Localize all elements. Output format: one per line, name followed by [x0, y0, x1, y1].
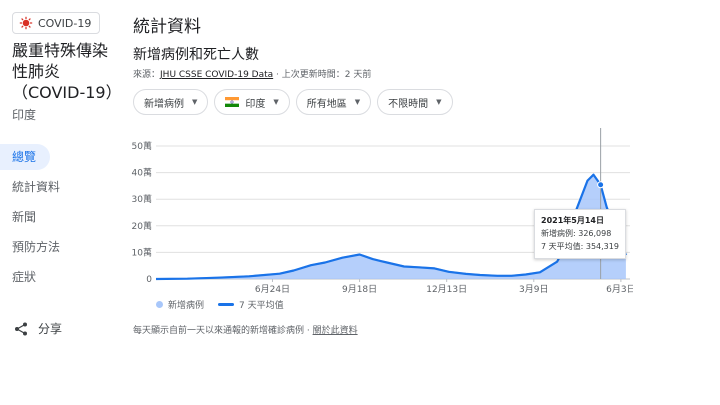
area-dropdown[interactable]: 所有地區 ▼: [295, 89, 372, 115]
share-label: 分享: [38, 322, 63, 336]
legend-cases-label: 新增病例: [168, 301, 205, 311]
caret-down-icon: ▼: [273, 98, 279, 106]
nav-item-symptoms[interactable]: 症狀: [0, 264, 120, 290]
virus-icon: [19, 16, 33, 30]
footnote: 每天顯示自前一天以來通報的新增確診病例 · 關於此資料: [133, 323, 358, 336]
share-icon: [15, 322, 27, 335]
area-dropdown-label: 所有地區: [306, 98, 347, 110]
about-data-link[interactable]: 關於此資料: [313, 326, 358, 336]
y-tick-label: 50萬: [132, 140, 152, 152]
share-button[interactable]: 分享: [14, 320, 62, 337]
source-link[interactable]: JHU CSSE COVID-19 Data: [160, 70, 273, 80]
chart-legend: 新增病例 7 天平均值: [156, 298, 284, 311]
x-tick-label: 12月13日: [426, 284, 467, 295]
topic-title-line: （COVID-19）: [12, 83, 122, 102]
hover-point: [597, 181, 605, 189]
nav-item-prevention[interactable]: 預防方法: [0, 234, 120, 260]
topic-title-line: 性肺炎: [12, 62, 61, 81]
india-flag-icon: [225, 97, 240, 107]
x-tick-label: 6月24日: [255, 284, 290, 295]
country-dropdown[interactable]: 印度 ▼: [214, 89, 290, 115]
legend-average-label: 7 天平均值: [239, 301, 284, 311]
tooltip-date: 2021年5月14日: [541, 216, 604, 225]
caret-down-icon: ▼: [354, 98, 361, 106]
side-nav: 總覽 統計資料 新聞 預防方法 症狀: [0, 144, 120, 294]
y-tick-label: 20萬: [132, 220, 152, 232]
covid-chip[interactable]: COVID-19: [12, 12, 101, 34]
caret-down-icon: ▼: [192, 98, 198, 106]
time-dropdown[interactable]: 不限時間 ▼: [377, 89, 453, 115]
y-tick-label: 30萬: [132, 193, 152, 205]
x-tick-label: 3月9日: [519, 284, 548, 295]
chart-tooltip: 2021年5月14日 新增病例: 326,098 7 天平均值: 354,319: [534, 209, 626, 259]
x-tick-label: 6月3日: [606, 284, 633, 295]
source-suffix: · 上次更新時間：2 天前: [273, 70, 372, 80]
nav-item-overview[interactable]: 總覽: [0, 144, 50, 170]
time-dropdown-label: 不限時間: [388, 98, 429, 110]
source-prefix: 來源：: [133, 70, 161, 80]
topic-title-line: 嚴重特殊傳染: [12, 41, 109, 60]
chip-label: COVID-19: [38, 16, 92, 30]
y-tick-label: 10萬: [132, 246, 152, 258]
country-dropdown-label: 印度: [245, 98, 266, 110]
metric-dropdown-label: 新增病例: [144, 98, 184, 110]
nav-item-statistics[interactable]: 統計資料: [0, 174, 120, 200]
nav-item-news[interactable]: 新聞: [0, 204, 120, 230]
metric-dropdown[interactable]: 新增病例 ▼: [133, 89, 209, 115]
x-tick-label: 9月18日: [342, 284, 377, 295]
tooltip-average: 7 天平均值: 354,319: [541, 242, 619, 251]
tooltip-cases: 新增病例: 326,098: [541, 229, 612, 238]
topic-title: 嚴重特殊傳染 性肺炎 （COVID-19）: [12, 40, 122, 103]
filter-bar: 新增病例 ▼ 印度 ▼ 所有地區 ▼ 不限時間 ▼: [133, 89, 453, 115]
source-line: 來源：JHU CSSE COVID-19 Data · 上次更新時間：2 天前: [133, 67, 371, 80]
y-tick-label: 0: [146, 275, 152, 285]
footnote-text: 每天顯示自前一天以來通報的新增確診病例 ·: [133, 326, 313, 336]
y-tick-label: 40萬: [132, 167, 152, 179]
region-label: 印度: [12, 108, 37, 122]
chart-title: 新增病例和死亡人數: [133, 47, 259, 63]
page-title: 統計資料: [133, 17, 201, 37]
legend-average-swatch: [218, 303, 235, 306]
caret-down-icon: ▼: [436, 98, 442, 106]
legend-cases-swatch: [156, 301, 163, 308]
